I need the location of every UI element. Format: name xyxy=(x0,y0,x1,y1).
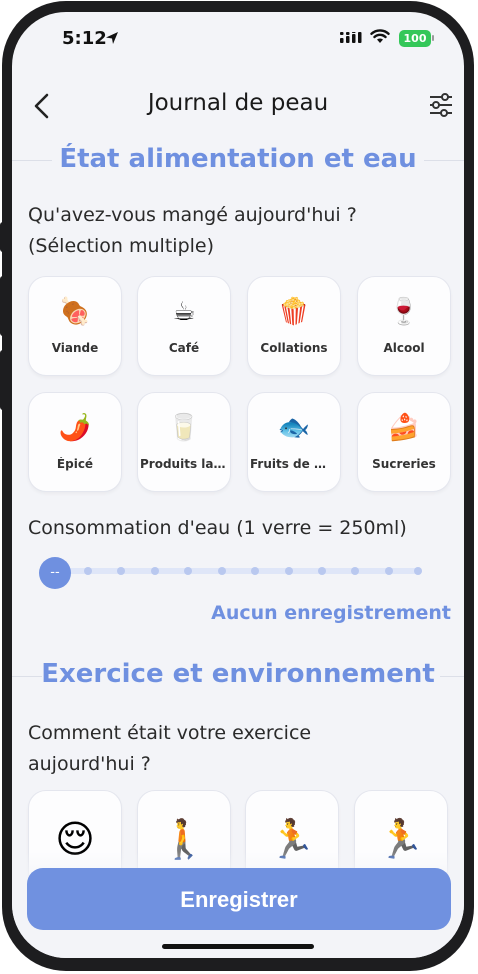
water-step-dot[interactable] xyxy=(318,567,326,575)
food-option-dairy[interactable]: 🥛 Produits lai··· xyxy=(137,392,231,492)
water-step-dot[interactable] xyxy=(184,567,192,575)
water-slider-thumb[interactable]: -- xyxy=(39,557,71,589)
food-option-label: Alcool xyxy=(383,341,425,355)
fish-icon: 🐟 xyxy=(277,413,311,443)
screen: 5:12 100 Journal de peau État alimentati… xyxy=(12,12,464,958)
food-option-label: Collations xyxy=(260,341,328,355)
popcorn-icon: 🍿 xyxy=(277,297,311,327)
location-arrow-icon xyxy=(106,32,118,44)
food-option-spicy[interactable]: 🌶️ Épicé xyxy=(28,392,122,492)
food-option-seafood[interactable]: 🐟 Fruits de mer xyxy=(247,392,341,492)
food-option-coffee[interactable]: ☕ Café xyxy=(137,276,231,376)
chili-pepper-icon: 🌶️ xyxy=(58,413,92,443)
section-title-food: État alimentation et eau xyxy=(59,144,417,174)
coffee-icon: ☕ xyxy=(172,297,196,327)
water-step-dot[interactable] xyxy=(414,567,422,575)
water-step-dot[interactable] xyxy=(84,567,92,575)
food-question: Qu'avez-vous mangé aujourd'hui ? xyxy=(28,204,357,226)
battery-cap xyxy=(432,35,434,41)
phone-mute-switch xyxy=(0,222,6,252)
water-status-text: Aucun enregistrement xyxy=(211,602,451,624)
wine-glass-icon: 🍷 xyxy=(387,297,421,327)
food-option-meat[interactable]: 🍖 Viande xyxy=(28,276,122,376)
cellular-signal-icon xyxy=(340,32,362,43)
home-indicator xyxy=(162,944,314,949)
water-step-dot[interactable] xyxy=(251,567,259,575)
food-option-label: Sucreries xyxy=(372,457,436,471)
food-option-label: Café xyxy=(168,341,200,355)
food-option-label: Fruits de mer xyxy=(250,457,338,471)
meat-icon: 🍖 xyxy=(58,297,92,327)
water-step-dot[interactable] xyxy=(285,567,293,575)
section-title-exercise: Exercice et environnement xyxy=(41,659,435,689)
exercise-question-line2: aujourd'hui ? xyxy=(28,753,151,775)
food-option-snacks[interactable]: 🍿 Collations xyxy=(247,276,341,376)
water-step-dot[interactable] xyxy=(351,567,359,575)
phone-volume-up xyxy=(0,276,6,336)
water-step-dot[interactable] xyxy=(117,567,125,575)
food-option-sweets[interactable]: 🍰 Sucreries xyxy=(357,392,451,492)
save-button[interactable]: Enregistrer xyxy=(27,868,451,930)
phone-volume-down xyxy=(0,350,6,410)
milk-glass-icon: 🥛 xyxy=(167,413,201,443)
water-step-dot[interactable] xyxy=(218,567,226,575)
food-option-alcohol[interactable]: 🍷 Alcool xyxy=(357,276,451,376)
water-step-dot[interactable] xyxy=(151,567,159,575)
filter-sliders-icon[interactable] xyxy=(428,92,454,118)
wifi-icon xyxy=(370,29,390,43)
battery-indicator: 100 xyxy=(399,30,431,47)
exercise-question: Comment était votre exercice xyxy=(28,722,312,744)
food-question-hint: (Sélection multiple) xyxy=(28,235,215,257)
water-slider-track[interactable] xyxy=(52,568,422,574)
cake-icon: 🍰 xyxy=(387,413,421,443)
food-option-label: Viande xyxy=(51,341,99,355)
water-step-dot[interactable] xyxy=(385,567,393,575)
food-option-label: Épicé xyxy=(56,457,94,471)
status-time: 5:12 xyxy=(62,28,107,49)
page-title: Journal de peau xyxy=(147,90,329,116)
water-intake-label: Consommation d'eau (1 verre = 250ml) xyxy=(28,517,407,539)
food-option-label: Produits lai··· xyxy=(140,457,228,471)
